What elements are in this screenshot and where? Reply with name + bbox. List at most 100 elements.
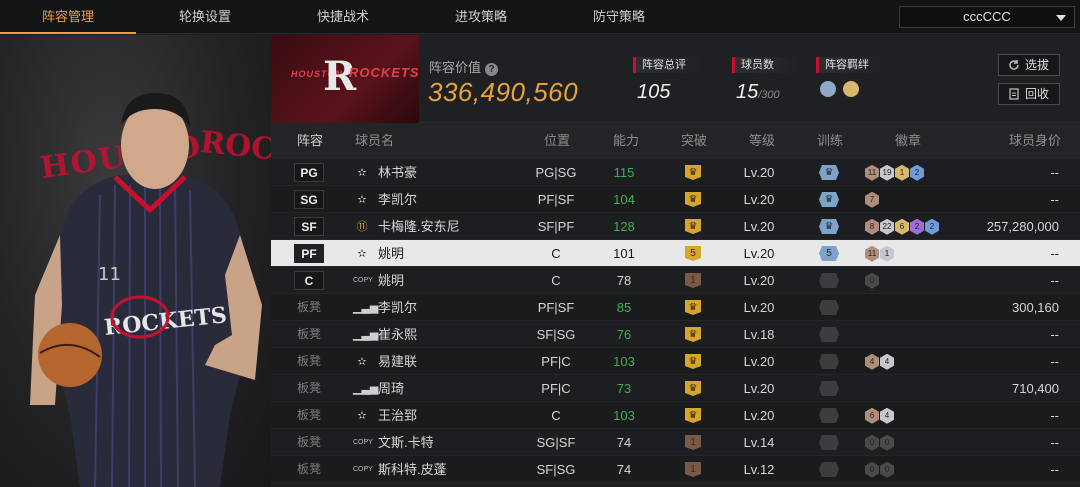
tab-offense-strategy[interactable]: 进攻策略 [412,0,550,34]
badge-icon[interactable]: 4 [880,353,894,370]
table-row[interactable]: 板凳 ▁▃▅ 崔永熙 SF|SG 76 ♛ Lv.18 -- [271,321,1080,348]
badge-icon[interactable]: 2 [910,218,924,235]
badge-list[interactable]: 0 [865,267,880,294]
bond-icon-1[interactable] [820,81,836,97]
table-row[interactable]: SG ✫ 李凯尔 PF|SF 104 ♛ Lv.20 ♛ 7 -- [271,186,1080,213]
breakthrough-badge[interactable]: ♛ [685,354,701,369]
breakthrough-badge[interactable]: ♛ [685,165,701,180]
col-ability[interactable]: 能力 [613,123,639,159]
badge-icon[interactable]: 6 [895,218,909,235]
user-select-dropdown[interactable]: cccCCC [899,6,1075,28]
table-row[interactable]: PF ✫ 姚明 C 101 5 Lv.20 5 11 1 -- [271,240,1080,267]
training-badge[interactable]: ♛ [819,165,839,180]
tab-lineup-management[interactable]: 阵容管理 [0,0,136,34]
col-training[interactable]: 训练 [817,123,843,159]
col-name[interactable]: 球员名 [355,123,394,159]
player-name[interactable]: 崔永熙 [378,321,417,348]
badge-list[interactable]: 00 [865,456,895,483]
badge-list[interactable]: 44 [865,348,895,375]
breakthrough-badge[interactable]: 5 [685,246,701,261]
badge-icon[interactable]: 2 [925,218,939,235]
training-badge[interactable] [819,273,839,288]
badge-list[interactable]: 8 22 6 2 2 [865,213,940,240]
player-name[interactable]: 斯科特.皮蓬 [378,456,447,483]
tab-rotation-settings[interactable]: 轮换设置 [136,0,274,34]
player-name[interactable]: 姚明 [378,240,404,267]
table-row[interactable]: 板凳 ✫ 王治郅 C 103 ♛ Lv.20 6 4 -- [271,402,1080,429]
badge-icon[interactable]: 19 [880,164,894,181]
table-row[interactable]: SF ⑪ 卡梅隆.安东尼 SF|PF 128 ♛ Lv.20 ♛ 8 22 6 2 2 257,280,0… [271,213,1080,240]
player-name[interactable]: 王治郅 [378,402,417,429]
breakthrough-badge[interactable]: 1 [685,462,701,477]
col-position[interactable]: 位置 [544,123,570,159]
badge-icon[interactable]: 11 [865,164,879,181]
col-level[interactable]: 等级 [749,123,775,159]
badge-list[interactable]: 11 1 [865,240,895,267]
player-name[interactable]: 周琦 [378,375,404,402]
badge-icon[interactable]: 0 [865,434,879,451]
pick-button[interactable]: 选拔 [998,54,1060,76]
table-row[interactable]: 板凳 ✫ 易建联 PF|C 103 ♛ Lv.20 4 4 -- [271,348,1080,375]
table-row[interactable]: 板凳 ▁▃▅ 周琦 PF|C 73 ♛ Lv.20 710,400 [271,375,1080,402]
table-row[interactable]: 板凳 COPY 文斯.卡特 SG|SF 74 1 Lv.14 0 0 -- [271,429,1080,456]
training-badge[interactable]: 5 [819,246,839,261]
badge-icon[interactable]: 11 [865,245,879,262]
breakthrough-badge[interactable]: ♛ [685,300,701,315]
training-badge[interactable]: ♛ [819,219,839,234]
training-badge[interactable] [819,327,839,342]
breakthrough-badge[interactable]: ♛ [685,381,701,396]
badge-icon[interactable]: 0 [865,461,879,478]
lineup-slot-tag[interactable]: C [294,271,324,290]
tab-quick-tactics[interactable]: 快捷战术 [274,0,412,34]
training-badge[interactable]: ♛ [819,192,839,207]
training-badge[interactable] [819,354,839,369]
col-price[interactable]: 球员身价 [1009,123,1061,159]
bond-icons[interactable] [816,81,886,101]
badge-icon[interactable]: 1 [895,164,909,181]
col-breakthrough[interactable]: 突破 [681,123,707,159]
table-row[interactable]: 板凳 ▁▃▅ 李凯尔 PF|SF 85 ♛ Lv.20 300,160 [271,294,1080,321]
training-badge[interactable] [819,435,839,450]
training-badge[interactable] [819,462,839,477]
player-name[interactable]: 李凯尔 [378,186,417,213]
training-badge[interactable] [819,408,839,423]
lineup-slot-tag[interactable]: PG [294,163,324,182]
player-name[interactable]: 姚明 [378,267,404,294]
tab-defense-strategy[interactable]: 防守策略 [550,0,688,34]
breakthrough-badge[interactable]: 1 [685,435,701,450]
lineup-slot-tag[interactable]: SG [294,190,324,209]
badge-icon[interactable]: 2 [910,164,924,181]
badge-list[interactable]: 64 [865,402,895,429]
player-name[interactable]: 李凯尔 [378,294,417,321]
lineup-slot-tag[interactable]: SF [294,217,324,236]
badge-icon[interactable]: 8 [865,218,879,235]
badge-icon[interactable]: 7 [865,191,879,208]
training-badge[interactable] [819,300,839,315]
bond-icon-2[interactable] [843,81,860,97]
badge-icon[interactable]: 0 [880,461,894,478]
recycle-button[interactable]: 回收 [998,83,1060,105]
badge-icon[interactable]: 22 [880,218,894,235]
col-badges[interactable]: 徽章 [895,123,921,159]
player-name[interactable]: 林书豪 [378,159,417,186]
badge-list[interactable]: 11 19 1 2 [865,159,925,186]
badge-icon[interactable]: 0 [880,434,894,451]
badge-icon[interactable]: 4 [880,407,894,424]
table-row[interactable]: PG ✫ 林书豪 PG|SG 115 ♛ Lv.20 ♛ 11 19 1 2 -- [271,159,1080,186]
badge-icon[interactable]: 4 [865,353,879,370]
player-name[interactable]: 文斯.卡特 [378,429,434,456]
breakthrough-badge[interactable]: ♛ [685,327,701,342]
table-row[interactable]: C COPY 姚明 C 78 1 Lv.20 0 -- [271,267,1080,294]
breakthrough-badge[interactable]: ♛ [685,408,701,423]
breakthrough-badge[interactable]: ♛ [685,219,701,234]
player-name[interactable]: 易建联 [378,348,417,375]
player-name[interactable]: 卡梅隆.安东尼 [378,213,460,240]
badge-icon[interactable]: 0 [865,272,879,289]
breakthrough-badge[interactable]: ♛ [685,192,701,207]
badge-icon[interactable]: 1 [880,245,894,262]
badge-list[interactable]: 00 [865,429,895,456]
training-badge[interactable] [819,381,839,396]
col-lineup[interactable]: 阵容 [297,123,323,159]
table-row[interactable]: 板凳 COPY 斯科特.皮蓬 SF|SG 74 1 Lv.12 0 0 -- [271,456,1080,483]
badge-list[interactable]: 7 [865,186,880,213]
